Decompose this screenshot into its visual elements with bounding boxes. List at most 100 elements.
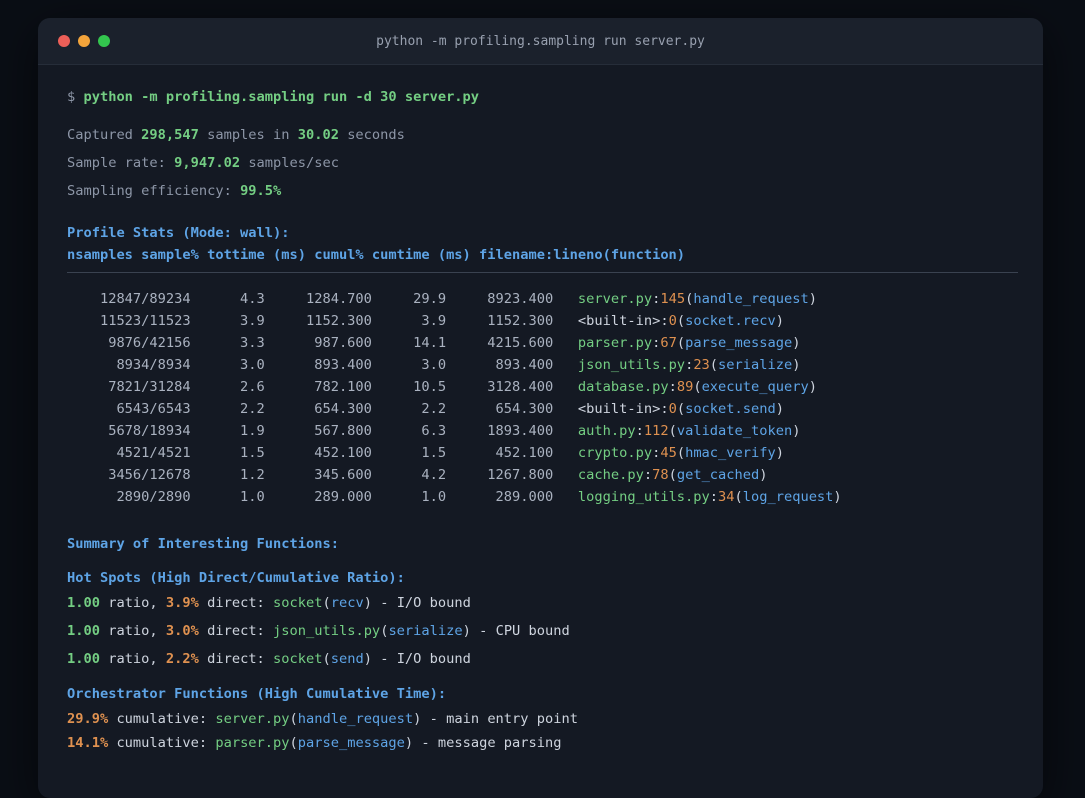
text-segment: 3.0% bbox=[165, 623, 199, 639]
text-segment: 11523/11523 3.9 1152.300 3.9 1152.300 bbox=[67, 313, 578, 329]
text-segment: samples/sec bbox=[240, 155, 339, 171]
text-segment: auth.py bbox=[577, 423, 636, 439]
text-segment: ( bbox=[676, 313, 686, 329]
hot-spots-heading: Hot Spots (High Direct/Cumulative Ratio)… bbox=[67, 567, 1018, 589]
window-title: python -m profiling.sampling run server.… bbox=[376, 33, 705, 49]
text-segment: logging_utils.py bbox=[577, 489, 710, 505]
text-segment: 8934/8934 3.0 893.400 3.0 893.400 bbox=[67, 357, 578, 373]
text-segment: 145 bbox=[660, 291, 686, 307]
text-segment: ) bbox=[404, 735, 414, 751]
table-row: 11523/11523 3.9 1152.300 3.9 1152.300 <b… bbox=[67, 310, 1018, 332]
text-segment: 7821/31284 2.6 782.100 10.5 3128.400 bbox=[67, 379, 578, 395]
text-segment: : bbox=[635, 423, 644, 439]
text-segment: socket.send bbox=[685, 401, 776, 417]
hot-spot-line: 1.00 ratio, 2.2% direct: socket(send) - … bbox=[67, 648, 1018, 670]
text-segment: seconds bbox=[338, 127, 405, 143]
text-segment: handle_request bbox=[297, 711, 414, 727]
text-segment: 9,947.02 bbox=[174, 155, 241, 171]
text-segment: ( bbox=[289, 735, 298, 751]
efficiency-line: Sampling efficiency: 99.5% bbox=[67, 180, 1018, 202]
text-segment: Orchestrator Functions (High Cumulative … bbox=[67, 686, 447, 702]
text-segment: parser.py bbox=[577, 335, 653, 351]
table-row: 5678/18934 1.9 567.800 6.3 1893.400 auth… bbox=[67, 420, 1018, 442]
text-segment: Sampling efficiency: bbox=[67, 183, 241, 199]
text-segment: 30.02 bbox=[297, 127, 339, 143]
text-segment: validate_token bbox=[676, 423, 793, 439]
text-segment: 1.00 bbox=[67, 651, 100, 667]
text-segment: 3.9% bbox=[165, 595, 199, 611]
table-row: 9876/42156 3.3 987.600 14.1 4215.600 par… bbox=[67, 332, 1018, 354]
table-header: nsamples sample% tottime (ms) cumul% cum… bbox=[67, 244, 1018, 266]
text-segment: ( bbox=[676, 335, 686, 351]
traffic-lights bbox=[58, 35, 110, 47]
close-button[interactable] bbox=[58, 35, 70, 47]
text-segment: samples in bbox=[198, 127, 298, 143]
text-segment: 4521/4521 1.5 452.100 1.5 452.100 bbox=[67, 445, 578, 461]
text-segment: serialize bbox=[388, 623, 463, 639]
text-segment: ) bbox=[792, 423, 801, 439]
orchestrator-line: 14.1% cumulative: parser.py(parse_messag… bbox=[67, 732, 1018, 754]
sample-rate-line: Sample rate: 9,947.02 samples/sec bbox=[67, 152, 1018, 174]
captured-line: Captured 298,547 samples in 30.02 second… bbox=[67, 124, 1018, 146]
text-segment: crypto.py bbox=[577, 445, 653, 461]
text-segment: ) bbox=[792, 357, 801, 373]
text-segment: 2.2% bbox=[165, 651, 199, 667]
text-segment: send bbox=[330, 651, 364, 667]
text-segment: log_request bbox=[742, 489, 834, 505]
hot-spot-line: 1.00 ratio, 3.0% direct: json_utils.py(s… bbox=[67, 620, 1018, 642]
text-segment: ( bbox=[668, 423, 677, 439]
text-segment: 2890/2890 1.0 289.000 1.0 289.000 bbox=[67, 489, 578, 505]
text-segment: ) bbox=[363, 651, 372, 667]
profile-stats-heading: Profile Stats (Mode: wall): bbox=[67, 222, 1018, 244]
text-segment: 89 bbox=[676, 379, 694, 395]
minimize-button[interactable] bbox=[78, 35, 90, 47]
text-segment: direct: bbox=[198, 595, 274, 611]
table-row: 8934/8934 3.0 893.400 3.0 893.400 json_u… bbox=[67, 354, 1018, 376]
text-segment: 29.9% bbox=[67, 711, 109, 727]
hot-spot-line: 1.00 ratio, 3.9% direct: socket(recv) - … bbox=[67, 592, 1018, 614]
text-segment: python -m profiling.sampling run -d 30 s… bbox=[83, 89, 480, 105]
text-segment: - I/O bound bbox=[371, 595, 471, 611]
text-segment: json_utils.py bbox=[577, 357, 686, 373]
table-row: 3456/12678 1.2 345.600 4.2 1267.800 cach… bbox=[67, 464, 1018, 486]
text-segment: ) bbox=[462, 623, 471, 639]
text-segment: 23 bbox=[693, 357, 710, 373]
text-segment: socket bbox=[273, 651, 323, 667]
text-segment: recv bbox=[330, 595, 364, 611]
text-segment: nsamples sample% tottime (ms) cumul% cum… bbox=[67, 247, 686, 263]
text-segment: 14.1% bbox=[67, 735, 109, 751]
text-segment: 298,547 bbox=[141, 127, 199, 143]
text-segment: ( bbox=[676, 445, 686, 461]
text-segment: database.py bbox=[577, 379, 669, 395]
text-segment: Summary of Interesting Functions: bbox=[67, 536, 339, 552]
text-segment: 99.5% bbox=[240, 183, 282, 199]
text-segment: ) bbox=[775, 445, 784, 461]
text-segment: 45 bbox=[660, 445, 677, 461]
text-segment: - I/O bound bbox=[371, 651, 471, 667]
text-segment: ) bbox=[808, 379, 817, 395]
text-segment: direct: bbox=[198, 651, 274, 667]
text-segment: ) bbox=[833, 489, 842, 505]
text-segment: parse_message bbox=[685, 335, 793, 351]
text-segment: hmac_verify bbox=[685, 445, 776, 461]
text-segment: 67 bbox=[660, 335, 677, 351]
text-segment: ( bbox=[709, 357, 719, 373]
maximize-button[interactable] bbox=[98, 35, 110, 47]
table-row: 12847/89234 4.3 1284.700 29.9 8923.400 s… bbox=[67, 288, 1018, 310]
text-segment: : bbox=[668, 379, 677, 395]
text-segment: ( bbox=[322, 595, 331, 611]
text-segment: ( bbox=[322, 651, 331, 667]
text-segment: ratio, bbox=[99, 651, 166, 667]
text-segment: serialize bbox=[718, 357, 793, 373]
text-segment: parser.py bbox=[215, 735, 290, 751]
text-segment: : bbox=[660, 401, 669, 417]
text-segment: <built-in> bbox=[577, 313, 661, 329]
text-segment: 78 bbox=[652, 467, 669, 483]
text-segment: - main entry point bbox=[421, 711, 578, 727]
text-segment: parse_message bbox=[297, 735, 405, 751]
text-segment: 1.00 bbox=[67, 595, 100, 611]
title-bar[interactable]: python -m profiling.sampling run server.… bbox=[38, 18, 1043, 65]
text-segment: ) bbox=[363, 595, 372, 611]
text-segment: : bbox=[643, 467, 653, 483]
text-segment: ( bbox=[734, 489, 743, 505]
